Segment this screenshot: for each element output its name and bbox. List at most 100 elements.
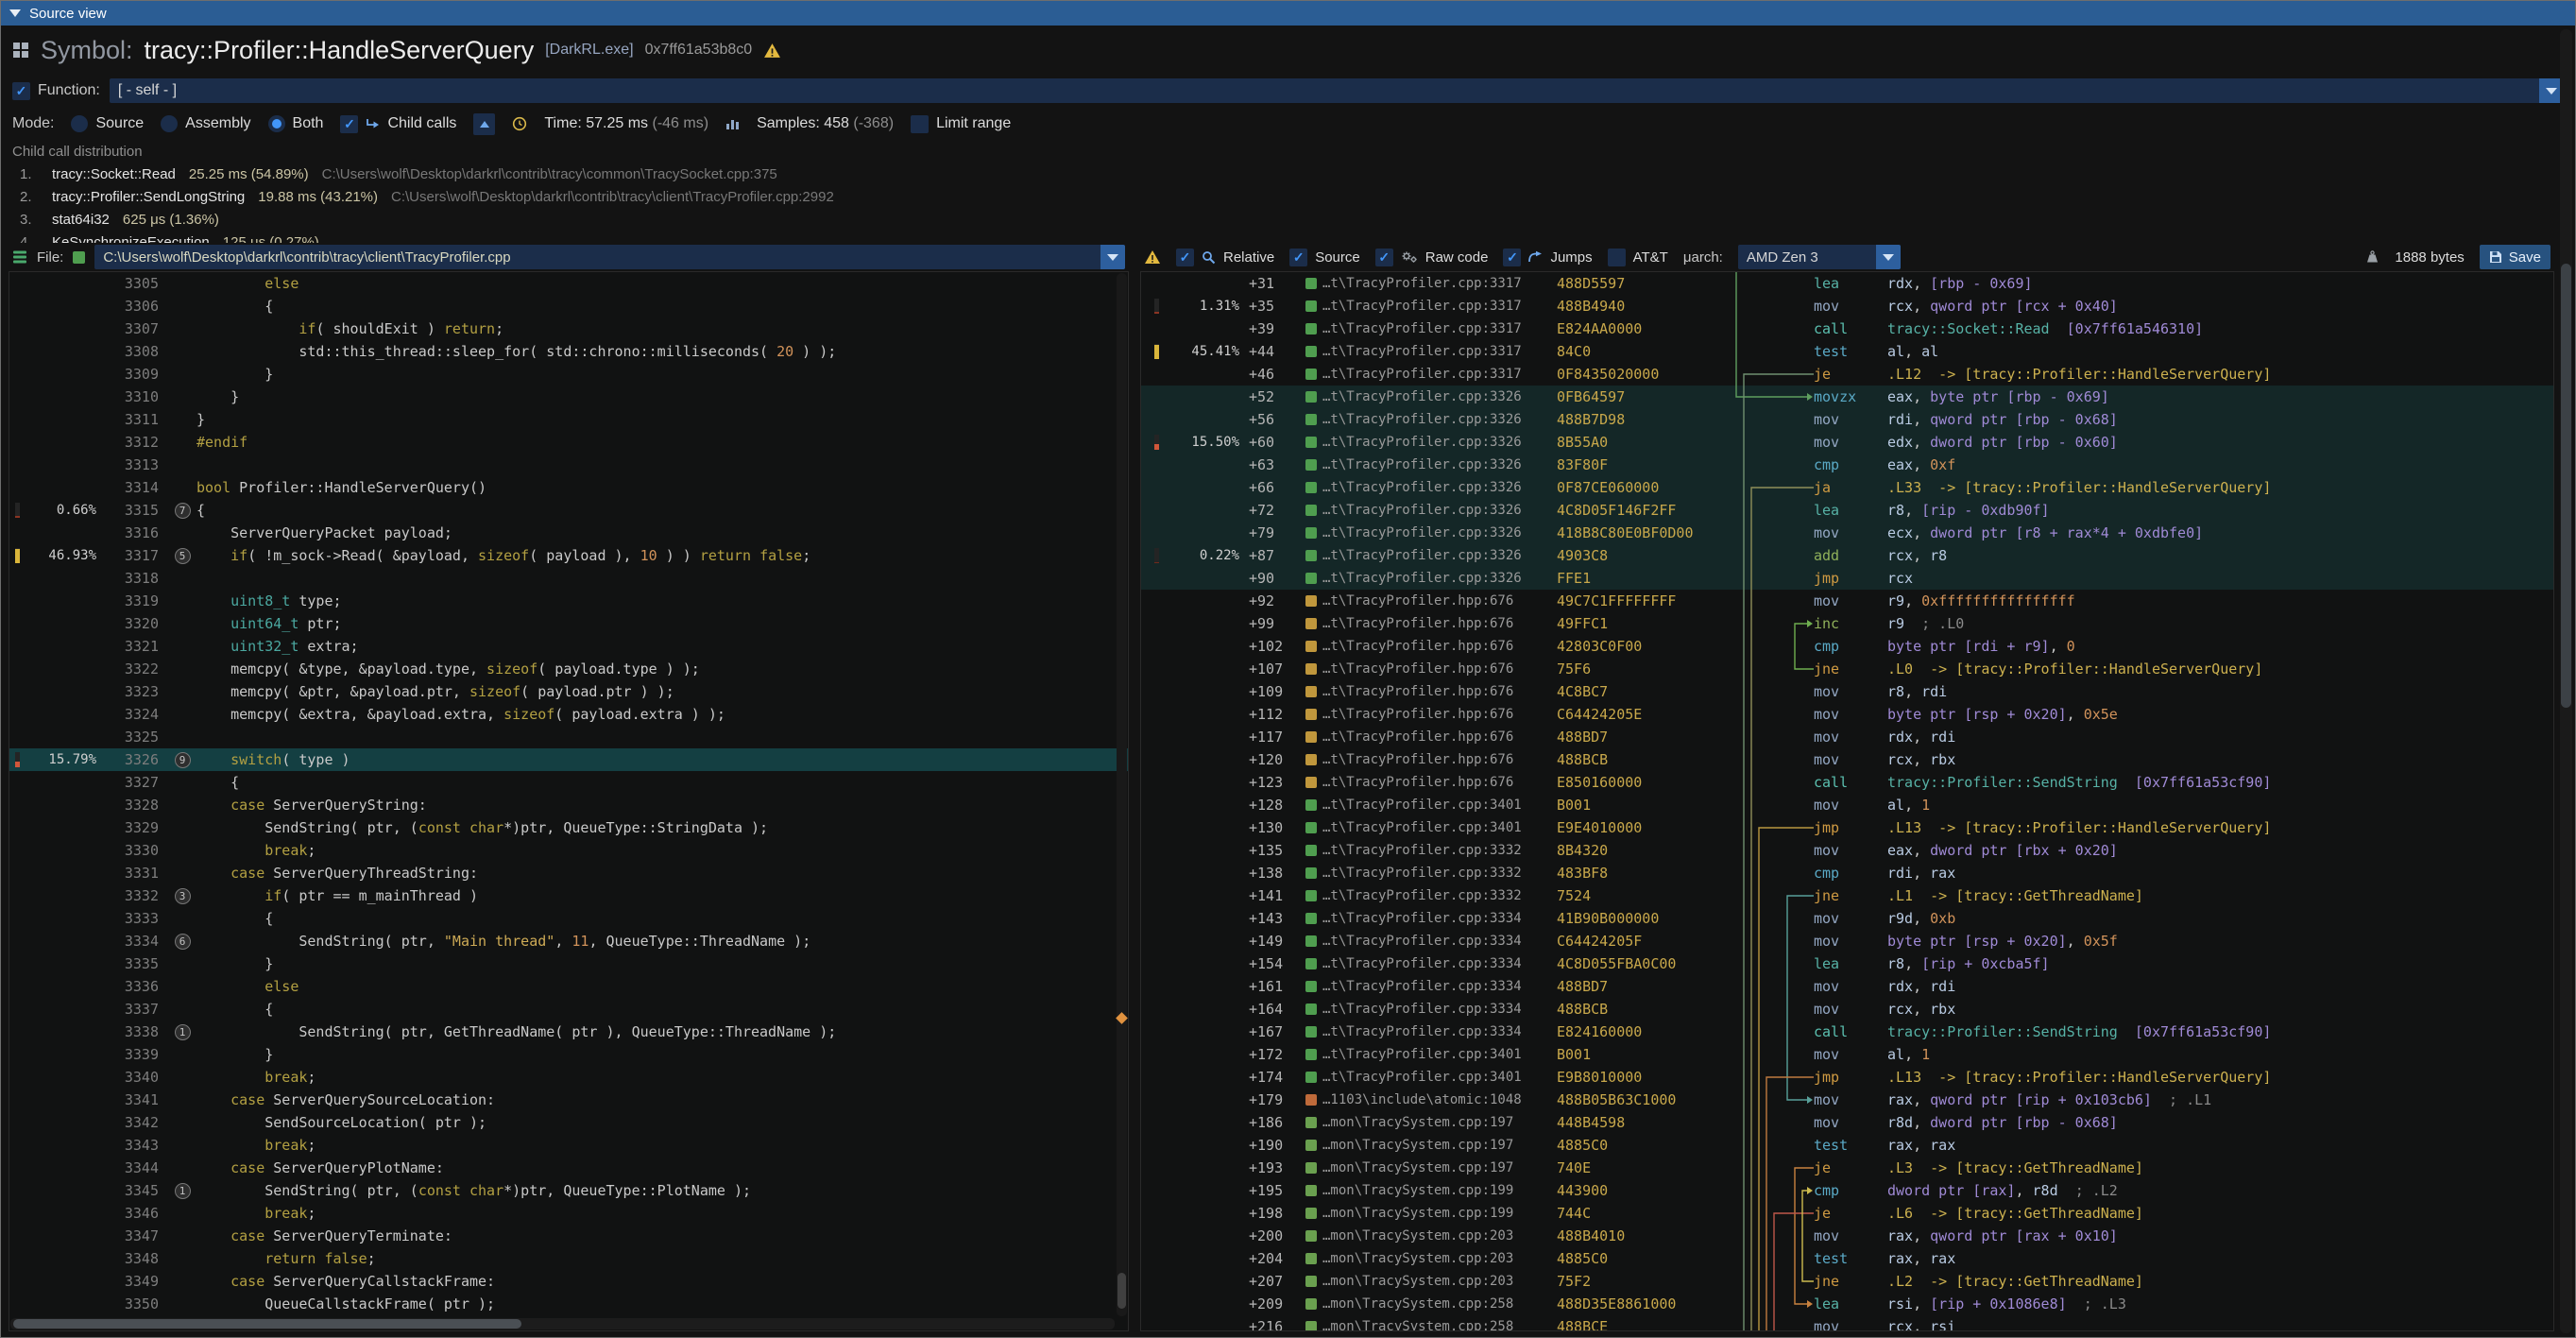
child-call-item[interactable]: 3. stat64i32 625 μs (1.36%) bbox=[12, 209, 2564, 232]
asm-row[interactable]: +109 …t\TracyProfiler.hpp:676 4C8BC7 mov… bbox=[1141, 680, 2553, 703]
save-button[interactable]: Save bbox=[2480, 245, 2550, 269]
function-checkbox[interactable]: Function: bbox=[12, 82, 100, 100]
source-row[interactable]: 3305 else bbox=[9, 272, 1128, 295]
source-row[interactable]: 3350 QueueCallstackFrame( ptr ); bbox=[9, 1293, 1128, 1315]
asm-row[interactable]: +164 …t\TracyProfiler.cpp:3334 488BCB mo… bbox=[1141, 998, 2553, 1021]
source-row[interactable]: 3332 3 if( ptr == m_mainThread ) bbox=[9, 884, 1128, 907]
raw-code-checkbox[interactable]: Raw code bbox=[1375, 249, 1489, 266]
title-bar[interactable]: Source view bbox=[1, 1, 2575, 26]
asm-row[interactable]: +174 …t\TracyProfiler.cpp:3401 E9B801000… bbox=[1141, 1066, 2553, 1089]
source-row[interactable]: 3331 case ServerQueryThreadString: bbox=[9, 862, 1128, 884]
scrollbar-thumb[interactable] bbox=[13, 1319, 521, 1329]
child-call-item[interactable]: 1. tracy::Socket::Read 25.25 ms (54.89%)… bbox=[12, 163, 2564, 186]
mode-radio-both[interactable]: Both bbox=[268, 115, 324, 132]
child-calls-checkbox[interactable]: Child calls bbox=[340, 115, 456, 133]
source-row[interactable]: 3316 ServerQueryPacket payload; bbox=[9, 522, 1128, 544]
asm-row[interactable]: +52 …t\TracyProfiler.cpp:3326 0FB64597 m… bbox=[1141, 386, 2553, 408]
source-row[interactable]: 3325 bbox=[9, 726, 1128, 748]
asm-row[interactable]: +209 …mon\TracySystem.cpp:258 488D35E886… bbox=[1141, 1293, 2553, 1315]
source-vertical-scrollbar[interactable] bbox=[1117, 273, 1127, 1316]
source-row[interactable]: 3310 } bbox=[9, 386, 1128, 408]
asm-row[interactable]: +90 …t\TracyProfiler.cpp:3326 FFE1 jmp r… bbox=[1141, 567, 2553, 590]
child-call-item[interactable]: 4. KeSynchronizeExecution 125 μs (0.27%) bbox=[12, 232, 2564, 243]
uarch-combo[interactable]: AMD Zen 3 bbox=[1738, 245, 1901, 269]
asm-row[interactable]: +195 …mon\TracySystem.cpp:199 443900 cmp… bbox=[1141, 1179, 2553, 1202]
asm-row[interactable]: 1.31% +35 …t\TracyProfiler.cpp:3317 488B… bbox=[1141, 295, 2553, 317]
propagate-up-button[interactable] bbox=[473, 113, 495, 135]
asm-row[interactable]: +154 …t\TracyProfiler.cpp:3334 4C8D055FB… bbox=[1141, 952, 2553, 975]
source-row[interactable]: 3314 bool Profiler::HandleServerQuery() bbox=[9, 476, 1128, 499]
scrollbar-thumb[interactable] bbox=[2561, 264, 2571, 707]
source-row[interactable]: 15.79% 3326 9 switch( type ) bbox=[9, 748, 1128, 771]
source-row[interactable]: 3313 bbox=[9, 454, 1128, 476]
asm-row[interactable]: +204 …mon\TracySystem.cpp:203 4885C0 tes… bbox=[1141, 1247, 2553, 1270]
asm-row[interactable]: +102 …t\TracyProfiler.hpp:676 42803C0F00… bbox=[1141, 635, 2553, 658]
asm-row[interactable]: +186 …mon\TracySystem.cpp:197 448B4598 m… bbox=[1141, 1111, 2553, 1134]
asm-row[interactable]: 0.22% +87 …t\TracyProfiler.cpp:3326 4903… bbox=[1141, 544, 2553, 567]
mode-radio-source[interactable]: Source bbox=[71, 115, 144, 132]
source-horizontal-scrollbar[interactable] bbox=[10, 1318, 1115, 1329]
source-row[interactable]: 3327 { bbox=[9, 771, 1128, 794]
relative-checkbox[interactable]: Relative bbox=[1176, 249, 1274, 266]
asm-row[interactable]: +130 …t\TracyProfiler.cpp:3401 E9E401000… bbox=[1141, 816, 2553, 839]
asm-row[interactable]: +207 …mon\TracySystem.cpp:203 75F2 jne .… bbox=[1141, 1270, 2553, 1293]
mode-radio-assembly[interactable]: Assembly bbox=[161, 115, 250, 132]
source-row[interactable]: 3319 uint8_t type; bbox=[9, 590, 1128, 612]
asm-row[interactable]: +79 …t\TracyProfiler.cpp:3326 418B8C80E0… bbox=[1141, 522, 2553, 544]
source-row[interactable]: 3340 break; bbox=[9, 1066, 1128, 1089]
source-row[interactable]: 3307 if( shouldExit ) return; bbox=[9, 317, 1128, 340]
child-call-item[interactable]: 2. tracy::Profiler::SendLongString 19.88… bbox=[12, 186, 2564, 209]
window-vertical-scrollbar[interactable] bbox=[2560, 29, 2572, 1333]
asm-row[interactable]: +72 …t\TracyProfiler.cpp:3326 4C8D05F146… bbox=[1141, 499, 2553, 522]
asm-row[interactable]: +39 …t\TracyProfiler.cpp:3317 E824AA0000… bbox=[1141, 317, 2553, 340]
source-row[interactable]: 3309 } bbox=[9, 363, 1128, 386]
asm-row[interactable]: +216 …mon\TracySystem.cpp:258 488BCE mov… bbox=[1141, 1315, 2553, 1331]
source-row[interactable]: 3320 uint64_t ptr; bbox=[9, 612, 1128, 635]
scrollbar-thumb[interactable] bbox=[1117, 1273, 1126, 1309]
asm-row[interactable]: +161 …t\TracyProfiler.cpp:3334 488BD7 mo… bbox=[1141, 975, 2553, 998]
asm-row[interactable]: +167 …t\TracyProfiler.cpp:3334 E82416000… bbox=[1141, 1021, 2553, 1043]
asm-row[interactable]: +138 …t\TracyProfiler.cpp:3332 483BF8 cm… bbox=[1141, 862, 2553, 884]
source-row[interactable]: 3323 memcpy( &ptr, &payload.ptr, sizeof(… bbox=[9, 680, 1128, 703]
collapse-arrow-icon[interactable] bbox=[9, 9, 21, 17]
asm-row[interactable]: +123 …t\TracyProfiler.hpp:676 E850160000… bbox=[1141, 771, 2553, 794]
source-row[interactable]: 3335 } bbox=[9, 952, 1128, 975]
source-row[interactable]: 3330 break; bbox=[9, 839, 1128, 862]
asm-row[interactable]: +107 …t\TracyProfiler.hpp:676 75F6 jne .… bbox=[1141, 658, 2553, 680]
asm-row[interactable]: +198 …mon\TracySystem.cpp:199 744C je .L… bbox=[1141, 1202, 2553, 1225]
asm-row[interactable]: 45.41% +44 …t\TracyProfiler.cpp:3317 84C… bbox=[1141, 340, 2553, 363]
asm-row[interactable]: +172 …t\TracyProfiler.cpp:3401 B001 mov … bbox=[1141, 1043, 2553, 1066]
source-row[interactable]: 3344 case ServerQueryPlotName: bbox=[9, 1157, 1128, 1179]
source-row[interactable]: 46.93% 3317 5 if( !m_sock->Read( &payloa… bbox=[9, 544, 1128, 567]
source-row[interactable]: 3333 { bbox=[9, 907, 1128, 930]
chevron-down-icon[interactable] bbox=[1100, 245, 1125, 269]
source-row[interactable]: 3338 1 SendString( ptr, GetThreadName( p… bbox=[9, 1021, 1128, 1043]
asm-row[interactable]: +135 …t\TracyProfiler.cpp:3332 8B4320 mo… bbox=[1141, 839, 2553, 862]
source-row[interactable]: 3334 6 SendString( ptr, "Main thread", 1… bbox=[9, 930, 1128, 952]
asm-row[interactable]: +31 …t\TracyProfiler.cpp:3317 488D5597 l… bbox=[1141, 272, 2553, 295]
source-row[interactable]: 3312 #endif bbox=[9, 431, 1128, 454]
source-row[interactable]: 3306 { bbox=[9, 295, 1128, 317]
file-combo[interactable]: C:\Users\wolf\Desktop\darkrl\contrib\tra… bbox=[94, 245, 1125, 269]
source-row[interactable]: 3342 SendSourceLocation( ptr ); bbox=[9, 1111, 1128, 1134]
source-row[interactable]: 3311 } bbox=[9, 408, 1128, 431]
source-row[interactable]: 3347 case ServerQueryTerminate: bbox=[9, 1225, 1128, 1247]
source-row[interactable]: 3345 1 SendString( ptr, (const char*)ptr… bbox=[9, 1179, 1128, 1202]
asm-row[interactable]: +112 …t\TracyProfiler.hpp:676 C64424205E… bbox=[1141, 703, 2553, 726]
asm-row[interactable]: +200 …mon\TracySystem.cpp:203 488B4010 m… bbox=[1141, 1225, 2553, 1247]
asm-row[interactable]: 15.50% +60 …t\TracyProfiler.cpp:3326 8B5… bbox=[1141, 431, 2553, 454]
source-row[interactable]: 3339 } bbox=[9, 1043, 1128, 1066]
asm-row[interactable]: +66 …t\TracyProfiler.cpp:3326 0F87CE0600… bbox=[1141, 476, 2553, 499]
asm-row[interactable]: +99 …t\TracyProfiler.hpp:676 49FFC1 inc … bbox=[1141, 612, 2553, 635]
source-row[interactable]: 3321 uint32_t extra; bbox=[9, 635, 1128, 658]
source-row[interactable]: 3337 { bbox=[9, 998, 1128, 1021]
source-row[interactable]: 3329 SendString( ptr, (const char*)ptr, … bbox=[9, 816, 1128, 839]
jumps-checkbox[interactable]: Jumps bbox=[1503, 249, 1592, 266]
asm-row[interactable]: +149 …t\TracyProfiler.cpp:3334 C64424205… bbox=[1141, 930, 2553, 952]
asm-row[interactable]: +63 …t\TracyProfiler.cpp:3326 83F80F cmp… bbox=[1141, 454, 2553, 476]
source-row[interactable]: 3349 case ServerQueryCallstackFrame: bbox=[9, 1270, 1128, 1293]
asm-row[interactable]: +179 …1103\include\atomic:1048 488B05B63… bbox=[1141, 1089, 2553, 1111]
source-row[interactable]: 3343 break; bbox=[9, 1134, 1128, 1157]
chevron-down-icon[interactable] bbox=[1876, 245, 1901, 269]
source-row[interactable]: 3341 case ServerQuerySourceLocation: bbox=[9, 1089, 1128, 1111]
